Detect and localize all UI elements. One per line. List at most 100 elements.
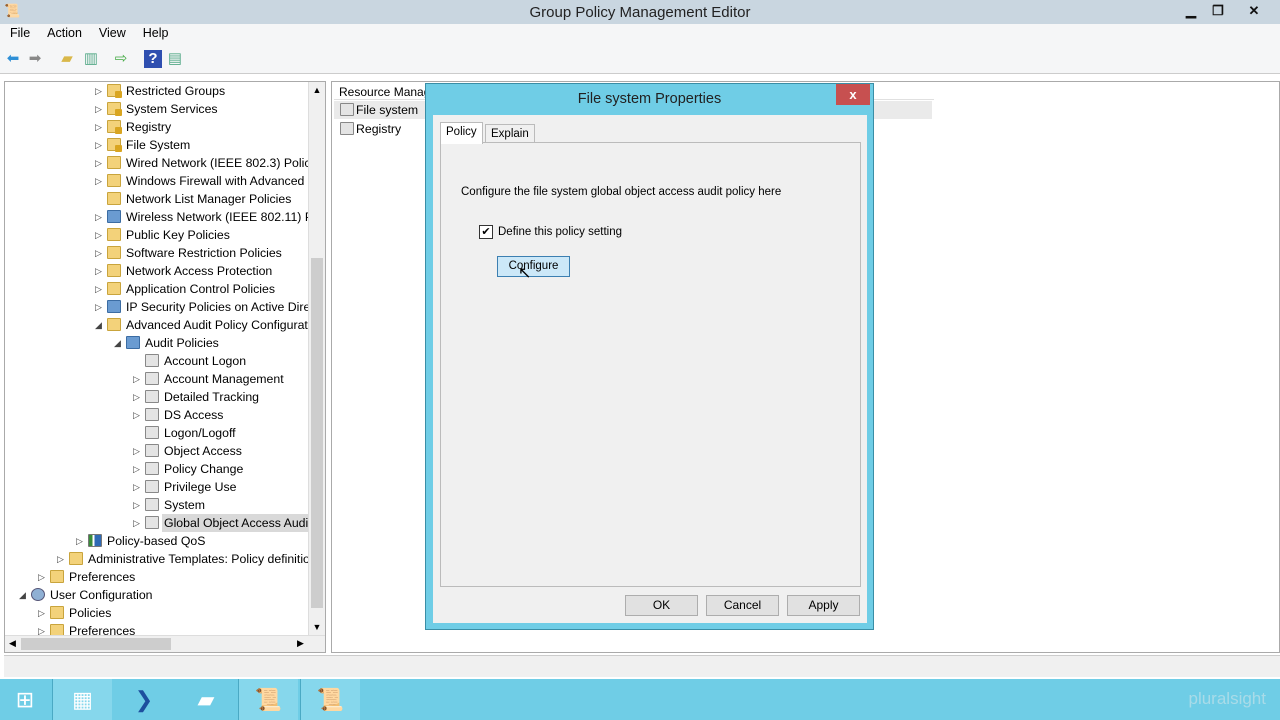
tree-item[interactable]: ▷ IP Security Policies on Active Director… <box>5 298 325 316</box>
expand-arrow-icon[interactable]: ▷ <box>95 262 105 280</box>
tree-item-label: Preferences <box>69 570 136 584</box>
expand-arrow-icon[interactable]: ▷ <box>133 460 143 478</box>
expand-arrow-icon[interactable]: ▷ <box>95 244 105 262</box>
expand-arrow-icon[interactable]: ▷ <box>133 370 143 388</box>
dialog-close-button[interactable]: x <box>836 84 870 105</box>
tree-item[interactable]: ▷ File System <box>5 136 310 154</box>
vertical-scrollbar[interactable]: ▲ ▼ <box>308 82 325 635</box>
menu-view[interactable]: View <box>89 24 133 40</box>
tree-item[interactable]: ▷ Registry <box>5 118 310 136</box>
expand-arrow-icon[interactable]: ▷ <box>95 82 105 100</box>
collapse-arrow-icon[interactable]: ◢ <box>95 316 105 334</box>
expand-arrow-icon[interactable]: ▷ <box>95 154 105 172</box>
powershell-icon[interactable]: ❯ <box>114 679 174 720</box>
tree-item-label: DS Access <box>164 408 224 422</box>
tree-item-label: Privilege Use <box>164 480 237 494</box>
define-policy-checkbox[interactable]: ✔ <box>479 225 493 239</box>
tree-item[interactable]: ▷ Application Control Policies <box>5 280 310 298</box>
scroll-thumb[interactable] <box>311 258 323 608</box>
tree-item[interactable]: ▷ Global Object Access Auditing <box>5 514 325 532</box>
folder-icon <box>69 552 83 565</box>
tree-item[interactable]: ▷ Detailed Tracking <box>5 388 310 406</box>
up-folder-icon[interactable]: ▰ <box>58 50 76 68</box>
back-arrow-icon[interactable]: ⬅ <box>4 50 22 68</box>
expand-arrow-icon[interactable]: ▷ <box>95 136 105 154</box>
tree-item[interactable]: ▷ Object Access <box>5 442 310 460</box>
tree-item[interactable]: ▷ Policy Change <box>5 460 310 478</box>
tab-policy[interactable]: Policy <box>440 122 483 144</box>
expand-arrow-icon[interactable]: ▷ <box>95 172 105 190</box>
tree-item[interactable]: ▷ Wired Network (IEEE 802.3) Policies <box>5 154 325 172</box>
expand-arrow-icon[interactable]: ▷ <box>57 550 67 568</box>
expand-arrow-icon[interactable]: ▷ <box>76 532 86 550</box>
tree-item[interactable]: ◢ Advanced Audit Policy Configuration <box>5 316 324 334</box>
tree-item[interactable]: Logon/Logoff <box>5 424 310 442</box>
tree-item[interactable]: ▷ Network Access Protection <box>5 262 310 280</box>
scroll-down-icon[interactable]: ▼ <box>309 622 325 632</box>
file-explorer-icon[interactable]: ▰ <box>176 679 236 720</box>
tree-item[interactable]: ▷ Restricted Groups <box>5 82 310 100</box>
menu-action[interactable]: Action <box>37 24 89 40</box>
cancel-button[interactable]: Cancel <box>706 595 779 616</box>
tree-item[interactable]: ▷ Windows Firewall with Advanced Security <box>5 172 325 190</box>
help-icon[interactable]: ? <box>144 50 162 68</box>
expand-arrow-icon[interactable]: ▷ <box>95 298 105 316</box>
ok-button[interactable]: OK <box>625 595 698 616</box>
minimize-button[interactable]: ▁ <box>1177 2 1205 20</box>
expand-arrow-icon[interactable]: ▷ <box>95 226 105 244</box>
configure-button[interactable]: Configure <box>497 256 570 277</box>
expand-arrow-icon[interactable]: ▷ <box>38 604 48 622</box>
tree-item[interactable]: ▷ System <box>5 496 310 514</box>
expand-arrow-icon[interactable]: ▷ <box>95 280 105 298</box>
windows-start-icon[interactable]: ⊞ <box>0 679 50 720</box>
scroll-up-icon[interactable]: ▲ <box>309 85 325 95</box>
horizontal-scrollbar[interactable]: ◀ ▶ <box>5 635 325 652</box>
expand-arrow-icon[interactable]: ▷ <box>95 100 105 118</box>
tree-item[interactable]: ▷ DS Access <box>5 406 310 424</box>
expand-arrow-icon[interactable]: ▷ <box>95 118 105 136</box>
tree-item[interactable]: ◢ User Configuration <box>5 586 310 604</box>
expand-arrow-icon[interactable]: ▷ <box>133 406 143 424</box>
expand-arrow-icon[interactable]: ▷ <box>133 442 143 460</box>
menu-file[interactable]: File <box>0 24 37 40</box>
close-button[interactable]: ✕ <box>1240 2 1268 20</box>
collapse-arrow-icon[interactable]: ◢ <box>19 586 29 604</box>
tree-item[interactable]: ▷ Privilege Use <box>5 478 310 496</box>
tree-item[interactable]: ▷ Policies <box>5 604 310 622</box>
tree-item[interactable]: ▷ System Services <box>5 100 310 118</box>
tree-item[interactable]: ▷ Preferences <box>5 568 310 586</box>
pluralsight-watermark: pluralsight <box>1188 689 1267 708</box>
lock-icon <box>107 120 122 134</box>
gp-management-editor-icon[interactable]: 📜 <box>300 679 360 720</box>
tab-explain[interactable]: Explain <box>485 124 535 144</box>
tree-item[interactable]: ▷ Policy-based QoS <box>5 532 310 550</box>
expand-arrow-icon[interactable]: ▷ <box>133 514 143 532</box>
scroll-right-icon[interactable]: ▶ <box>297 638 304 649</box>
tree-item[interactable]: Network List Manager Policies <box>5 190 310 208</box>
tree-item[interactable]: ▷ Software Restriction Policies <box>5 244 310 262</box>
collapse-arrow-icon[interactable]: ◢ <box>114 334 124 352</box>
server-manager-icon[interactable]: ▦ <box>52 679 112 720</box>
gpo-editor-icon[interactable]: 📜 <box>238 679 298 720</box>
scroll-left-icon[interactable]: ◀ <box>9 638 16 649</box>
restore-button[interactable]: ❐ <box>1204 2 1232 20</box>
show-hide-tree-icon[interactable]: ▥ <box>82 50 100 68</box>
expand-arrow-icon[interactable]: ▷ <box>133 388 143 406</box>
expand-arrow-icon[interactable]: ▷ <box>133 478 143 496</box>
tree-item[interactable]: ◢ Audit Policies <box>5 334 310 352</box>
define-policy-label[interactable]: Define this policy setting <box>498 226 622 238</box>
tree-item[interactable]: ▷ Administrative Templates: Policy defini… <box>5 550 323 568</box>
tree-item[interactable]: Account Logon <box>5 352 310 370</box>
tree-item[interactable]: ▷ Account Management <box>5 370 310 388</box>
forward-arrow-icon[interactable]: ➡ <box>26 50 44 68</box>
menu-help[interactable]: Help <box>133 24 176 40</box>
show-action-pane-icon[interactable]: ▤ <box>166 50 184 68</box>
expand-arrow-icon[interactable]: ▷ <box>95 208 105 226</box>
expand-arrow-icon[interactable]: ▷ <box>38 568 48 586</box>
scroll-thumb-horizontal[interactable] <box>21 638 171 650</box>
tree-item[interactable]: ▷ Public Key Policies <box>5 226 310 244</box>
expand-arrow-icon[interactable]: ▷ <box>133 496 143 514</box>
tree-item[interactable]: ▷ Wireless Network (IEEE 802.11) Policies <box>5 208 325 226</box>
apply-button[interactable]: Apply <box>787 595 860 616</box>
export-list-icon[interactable]: ⇨ <box>112 50 130 68</box>
